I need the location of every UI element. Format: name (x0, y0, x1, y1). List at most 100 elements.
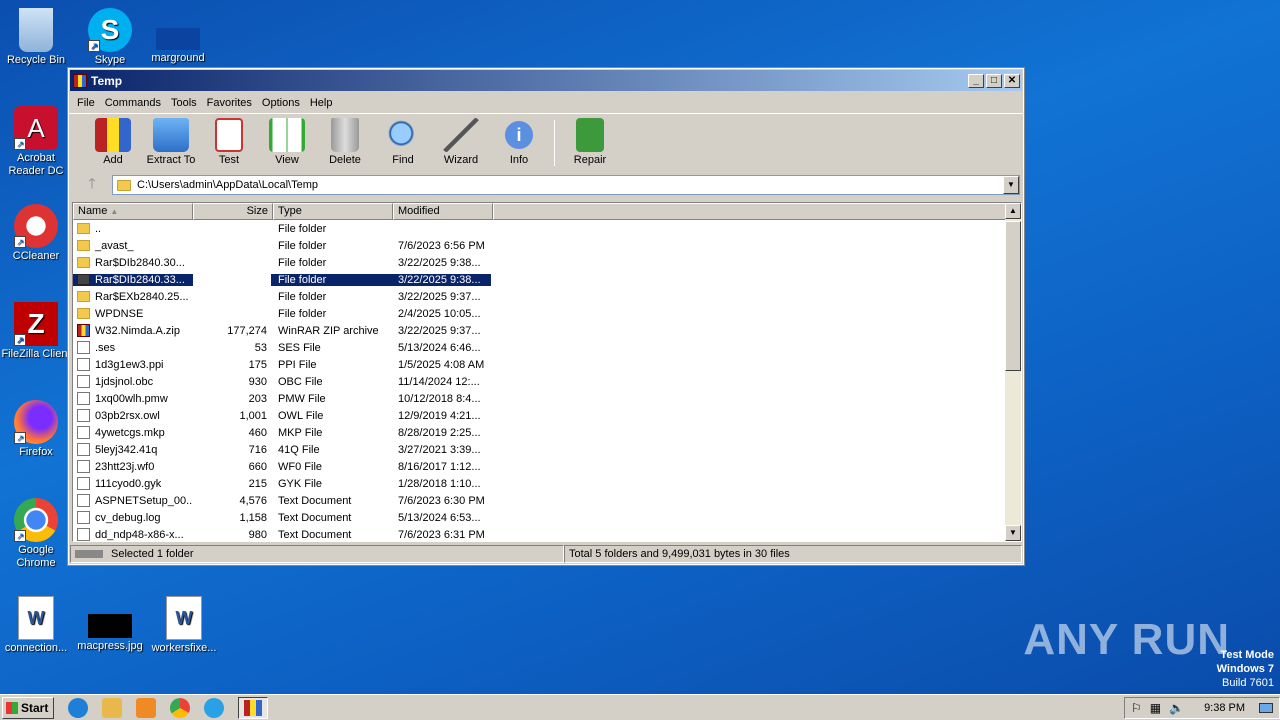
cell-type: File folder (278, 239, 327, 252)
table-row[interactable]: cv_debug.log 1,158 Text Document 5/13/2024 … (73, 509, 1021, 526)
scrollbar-thumb[interactable] (1005, 221, 1021, 371)
table-row[interactable]: 1jdsjnol.obc 930 OBC File 11/14/2024 12:... (73, 373, 1021, 390)
menu-commands[interactable]: Commands (100, 97, 166, 109)
extract-to-button[interactable]: Extract To (142, 114, 200, 166)
table-row[interactable]: 5leyj342.41q 716 41Q File 3/27/2021 3:39... (73, 441, 1021, 458)
menu-help[interactable]: Help (305, 97, 338, 109)
window-title: Temp (91, 73, 123, 88)
test-clipboard-icon (215, 118, 243, 152)
column-header-modified[interactable]: Modified (393, 203, 493, 220)
up-arrow-icon[interactable]: 🡑 (72, 173, 112, 197)
find-button[interactable]: Find (374, 114, 432, 166)
file-icon (77, 426, 90, 439)
maximize-button[interactable]: □ (986, 73, 1002, 88)
desktop-icon-acrobat[interactable]: A ↗ Acrobat Reader DC (0, 106, 72, 178)
cell-type: Text Document (278, 511, 352, 524)
table-row[interactable]: 23htt23j.wf0 660 WF0 File 8/16/2017 1:12... (73, 458, 1021, 475)
table-row[interactable]: Rar$EXb2840.25... File folder 3/22/2025 9:… (73, 288, 1021, 305)
winrar-icon (73, 73, 87, 88)
table-row[interactable]: Rar$DIb2840.33... File folder 3/22/2025 9:… (73, 271, 1021, 288)
cell-size: 53 (254, 341, 267, 354)
menu-tools[interactable]: Tools (166, 97, 202, 109)
desktop-icon-workersfixe[interactable]: W workersfixe... (148, 596, 220, 655)
table-row[interactable]: 4ywetcgs.mkp 460 MKP File 8/28/2019 2:25... (73, 424, 1021, 441)
network-icon[interactable]: ▦ (1150, 701, 1161, 715)
show-desktop-icon[interactable] (1259, 702, 1273, 713)
desktop-icon-chrome[interactable]: ↗ Google Chrome (0, 498, 72, 570)
archive-icon (77, 324, 90, 337)
view-button[interactable]: View (258, 114, 316, 166)
delete-button[interactable]: Delete (316, 114, 374, 166)
cell-modified: 7/6/2023 6:30 PM (398, 494, 485, 507)
media-player-icon[interactable] (136, 697, 156, 718)
chevron-down-icon[interactable]: ▼ (1003, 176, 1019, 194)
cell-type: GYK File (278, 477, 323, 490)
status-right: Total 5 folders and 9,499,031 bytes in 3… (564, 545, 1022, 563)
table-row[interactable]: 111cyod0.gyk 215 GYK File 1/28/2018 1:10... (73, 475, 1021, 492)
minimize-button[interactable]: _ (968, 73, 984, 88)
window-titlebar[interactable]: Temp _ □ ✕ (70, 70, 1022, 91)
table-row[interactable]: dd_ndp48-x86-x... 980 Text Document 7/6/202… (73, 526, 1021, 541)
menu-options[interactable]: Options (257, 97, 305, 109)
wizard-button[interactable]: Wizard (432, 114, 490, 166)
start-button[interactable]: Start (2, 696, 54, 719)
table-row[interactable]: ASPNETSetup_00... 4,576 Text Document 7/6/2… (73, 492, 1021, 509)
flag-icon[interactable]: ⚐ (1131, 701, 1142, 715)
repair-button[interactable]: Repair (561, 114, 619, 166)
table-row[interactable]: 1xq00wlh.pmw 203 PMW File 10/12/2018 8:4... (73, 390, 1021, 407)
file-icon (77, 477, 90, 490)
toolbar: Add Extract To Test View Delete Find Wiz… (68, 113, 1024, 171)
table-row[interactable]: _avast_ File folder 7/6/2023 6:56 PM (73, 237, 1021, 254)
cell-name: Rar$EXb2840.25... (73, 291, 193, 303)
cell-modified: 10/12/2018 8:4... (398, 392, 481, 405)
desktop-icon-marground[interactable]: marground (142, 8, 214, 65)
close-button[interactable]: ✕ (1004, 73, 1020, 88)
table-row[interactable]: WPDNSE File folder 2/4/2025 10:05... (73, 305, 1021, 322)
cell-name: 23htt23j.wf0 (73, 460, 193, 473)
ie-icon[interactable] (68, 697, 88, 718)
cell-name: 1xq00wlh.pmw (73, 392, 193, 405)
table-row[interactable]: 03pb2rsx.owl 1,001 OWL File 12/9/2019 4:21.… (73, 407, 1021, 424)
desktop-icon-firefox[interactable]: ↗ Firefox (0, 400, 72, 459)
table-row[interactable]: .. File folder (73, 220, 1021, 237)
cell-size: 460 (248, 426, 267, 439)
desktop-icon-ccleaner[interactable]: ↗ CCleaner (0, 204, 72, 263)
cell-modified: 5/13/2024 6:53... (398, 511, 481, 524)
cell-size: 215 (248, 477, 267, 490)
path-combobox[interactable]: C:\Users\admin\AppData\Local\Temp ▼ (112, 175, 1020, 195)
menu-file[interactable]: File (72, 97, 100, 109)
desktop-icon-skype[interactable]: S ↗ Skype (74, 8, 146, 67)
toolbar-separator (554, 120, 555, 166)
desktop-icon-filezilla[interactable]: Z ↗ FileZilla Client (0, 302, 72, 361)
table-row[interactable]: W32.Nimda.A.zip 177,274 WinRAR ZIP archive… (73, 322, 1021, 339)
add-button[interactable]: Add (84, 114, 142, 166)
cell-size: 1,158 (239, 511, 267, 524)
file-list: Name ▲ Size Type Modified .. File folder _… (72, 202, 1022, 542)
cell-modified: 12/9/2019 4:21... (398, 409, 481, 422)
table-row[interactable]: Rar$DIb2840.30... File folder 3/22/2025 9:… (73, 254, 1021, 271)
info-button[interactable]: i Info (490, 114, 548, 166)
menu-favorites[interactable]: Favorites (202, 97, 257, 109)
cell-name: 4ywetcgs.mkp (73, 426, 193, 439)
table-row[interactable]: .ses 53 SES File 5/13/2024 6:46... (73, 339, 1021, 356)
clock[interactable]: 9:38 PM (1204, 702, 1245, 714)
chrome-icon[interactable] (170, 697, 190, 718)
vertical-scrollbar[interactable]: ▲ ▼ (1005, 203, 1021, 541)
desktop-icon-recycle-bin[interactable]: Recycle Bin (0, 8, 72, 67)
table-row[interactable]: 1d3g1ew3.ppi 175 PPI File 1/5/2025 4:08 AM (73, 356, 1021, 373)
explorer-folder-icon[interactable] (102, 697, 122, 718)
taskbar-winrar[interactable] (238, 696, 268, 719)
volume-icon[interactable]: 🔈 (1169, 701, 1184, 715)
column-header-name[interactable]: Name ▲ (73, 203, 193, 220)
column-header-type[interactable]: Type (273, 203, 393, 220)
edge-icon[interactable] (204, 697, 224, 718)
desktop-icon-connection-doc[interactable]: W connection... (0, 596, 72, 655)
scroll-up-icon[interactable]: ▲ (1005, 203, 1021, 219)
file-icon (77, 528, 90, 541)
desktop-icon-macpress[interactable]: macpress.jpg (74, 596, 146, 653)
test-button[interactable]: Test (200, 114, 258, 166)
cell-size: 4,576 (239, 494, 267, 507)
cell-name: .. (73, 223, 193, 235)
scroll-down-icon[interactable]: ▼ (1005, 525, 1021, 541)
column-header-size[interactable]: Size (193, 203, 273, 220)
